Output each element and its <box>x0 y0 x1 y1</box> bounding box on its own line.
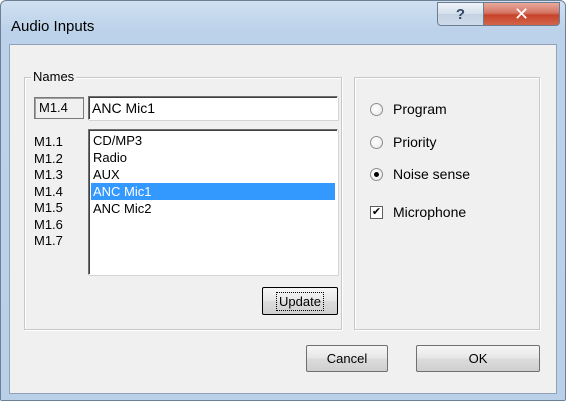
slot-label: M1.5 <box>34 200 63 215</box>
slot-label: M1.7 <box>34 233 63 248</box>
microphone-label: Microphone <box>393 204 467 220</box>
names-listbox[interactable]: CD/MP3 Radio AUX ANC Mic1 ANC Mic2 <box>88 129 338 275</box>
list-item[interactable]: Radio <box>91 149 335 166</box>
radio-circle-checked[interactable] <box>370 167 383 181</box>
slot-label: M1.4 <box>34 183 63 199</box>
slot-label: M1.1 <box>34 134 63 149</box>
list-item[interactable]: AUX <box>91 166 335 183</box>
checkmark-icon[interactable]: ✔ <box>370 205 383 219</box>
close-button[interactable]: ✕ <box>483 2 560 26</box>
priority-label: Priority <box>393 134 437 150</box>
microphone-checkbox[interactable]: ✔ Microphone <box>370 203 466 221</box>
cancel-button[interactable]: Cancel <box>306 345 388 372</box>
window-title: Audio Inputs <box>11 18 95 35</box>
program-label: Program <box>393 101 447 117</box>
noise-sense-radio[interactable]: Noise sense <box>370 165 470 183</box>
names-legend: Names <box>31 69 77 84</box>
slot-labels: M1.1 M1.2 M1.3 M1.4 M1.5 M1.6 M1.7 <box>34 134 84 250</box>
radio-circle[interactable] <box>370 102 383 116</box>
current-slot-label: M1.4 <box>34 97 84 119</box>
update-button-label: Update <box>276 291 324 311</box>
ok-button-label: OK <box>468 351 488 366</box>
radio-circle[interactable] <box>370 135 383 149</box>
priority-radio[interactable]: Priority <box>370 133 437 151</box>
slot-label: M1.6 <box>34 216 63 232</box>
list-item[interactable]: ANC Mic2 <box>91 200 335 217</box>
list-item[interactable]: CD/MP3 <box>91 132 335 149</box>
list-item-selected[interactable]: ANC Mic1 <box>91 183 335 200</box>
close-icon: ✕ <box>513 3 530 24</box>
ok-button[interactable]: OK <box>416 345 540 372</box>
help-button[interactable]: ? <box>437 2 484 26</box>
slot-label: M1.3 <box>34 167 63 182</box>
name-input[interactable] <box>88 96 338 120</box>
update-button[interactable]: Update <box>262 287 338 315</box>
help-icon: ? <box>455 5 466 23</box>
slot-label: M1.2 <box>34 150 63 166</box>
cancel-button-label: Cancel <box>326 351 368 366</box>
program-radio[interactable]: Program <box>370 100 447 118</box>
noise-sense-label: Noise sense <box>393 166 471 182</box>
